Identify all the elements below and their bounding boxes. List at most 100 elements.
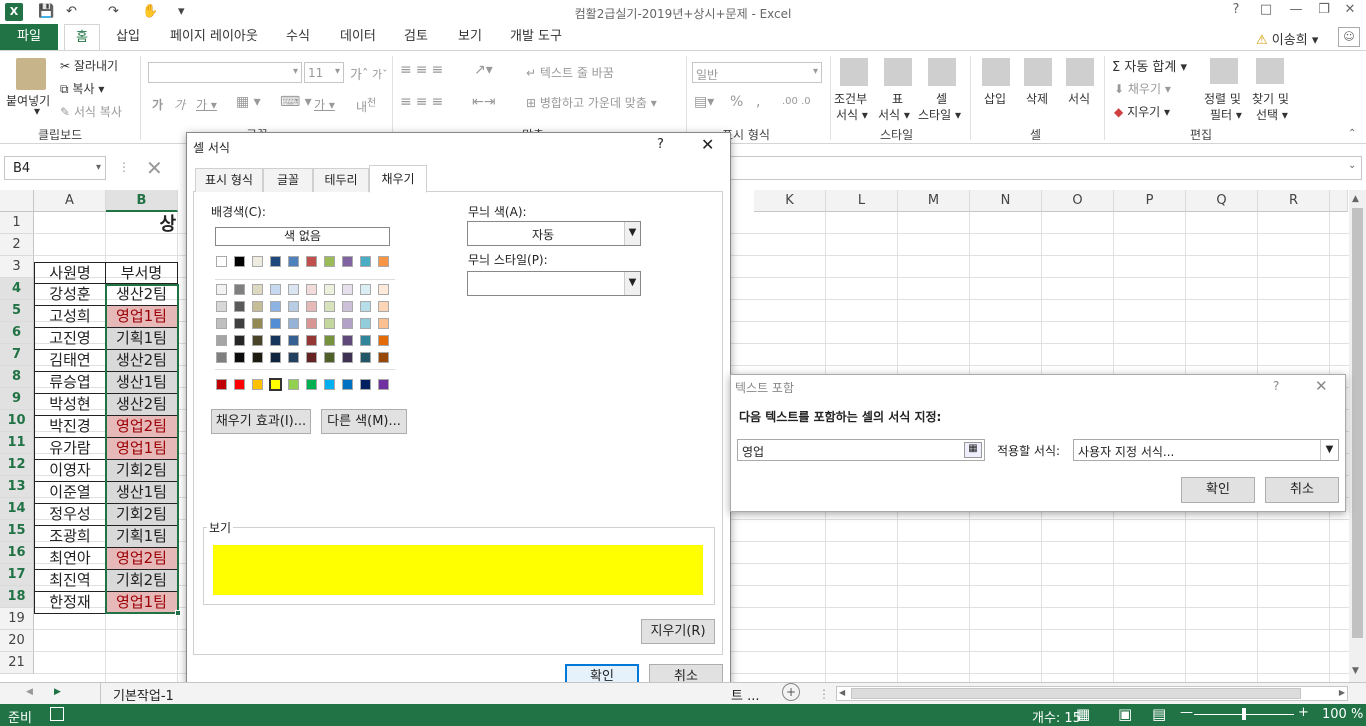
color-swatch[interactable]	[378, 301, 389, 312]
zoom-level[interactable]: 100 %	[1322, 707, 1363, 722]
macro-record-icon[interactable]	[50, 707, 64, 721]
dept-cell[interactable]: 기회2팀	[105, 460, 178, 482]
clear-button[interactable]: ◆ 지우기 ▾	[1114, 103, 1170, 120]
color-swatch[interactable]	[252, 301, 263, 312]
dept-cell[interactable]: 생산2팀	[105, 350, 178, 372]
comma-icon[interactable]: ,	[756, 94, 760, 110]
share-icon[interactable]: ☺	[1338, 27, 1360, 47]
ribbon-options-icon[interactable]: □	[1254, 2, 1278, 22]
row-header[interactable]: 21	[0, 652, 34, 674]
color-swatch[interactable]	[360, 335, 371, 346]
color-swatch[interactable]	[270, 284, 281, 295]
text-dialog-help-icon[interactable]: ?	[1273, 379, 1279, 393]
more-colors-button[interactable]: 다른 색(M)...	[321, 409, 407, 434]
sheet-tab-partial[interactable]: 트 ...	[731, 685, 760, 704]
decimal-icons[interactable]: .00 .0	[782, 96, 811, 107]
color-swatch[interactable]	[252, 379, 263, 390]
orientation-icon[interactable]: ↗▾	[474, 62, 493, 78]
text-dialog-cancel-button[interactable]: 취소	[1265, 477, 1339, 503]
name-cell[interactable]: 김태연	[34, 350, 106, 372]
color-swatch[interactable]	[288, 335, 299, 346]
color-swatch[interactable]	[234, 379, 245, 390]
color-swatch[interactable]	[270, 352, 281, 363]
color-swatch[interactable]	[288, 318, 299, 329]
customize-qat-icon[interactable]: ▾	[178, 4, 185, 19]
color-swatch[interactable]	[360, 379, 371, 390]
add-sheet-icon[interactable]: +	[782, 683, 800, 701]
color-swatch[interactable]	[360, 301, 371, 312]
row-header[interactable]: 12	[0, 454, 34, 476]
name-cell[interactable]: 이준열	[34, 482, 106, 504]
color-swatch[interactable]	[288, 301, 299, 312]
color-swatch[interactable]	[342, 256, 353, 267]
indent-icons[interactable]: ⇤⇥	[472, 94, 495, 110]
font-size-field[interactable]: 11 ▾	[304, 62, 344, 83]
prev-sheet-icon[interactable]: ◀	[26, 687, 33, 697]
row-header[interactable]: 16	[0, 542, 34, 564]
dept-cell[interactable]: 기획1팀	[105, 328, 178, 350]
color-swatch[interactable]	[216, 284, 227, 295]
text-contains-input[interactable]: 영업 ▦	[737, 439, 985, 461]
row-header[interactable]: 11	[0, 432, 34, 454]
color-swatch[interactable]	[342, 335, 353, 346]
collapse-ribbon-icon[interactable]: ⌃	[1348, 128, 1356, 139]
row-header[interactable]: 2	[0, 234, 34, 256]
percent-icon[interactable]: %	[730, 94, 743, 110]
zoom-out-icon[interactable]: —	[1180, 705, 1193, 720]
sheet-tab[interactable]: 기본작업-1	[100, 683, 186, 704]
scroll-down-icon[interactable]: ▼	[1352, 666, 1359, 676]
color-swatch[interactable]	[252, 318, 263, 329]
color-swatch[interactable]	[306, 335, 317, 346]
header-cell-dept[interactable]: 부서명	[105, 262, 178, 284]
tab-number[interactable]: 표시 형식	[195, 168, 263, 192]
scroll-up-icon[interactable]: ▲	[1352, 194, 1359, 204]
color-swatch[interactable]	[378, 256, 389, 267]
column-header-r[interactable]: R	[1258, 190, 1330, 212]
column-header-o[interactable]: O	[1042, 190, 1114, 212]
wrap-text-button[interactable]: ↵ 텍스트 줄 바꿈	[526, 64, 614, 81]
name-cell[interactable]: 최진역	[34, 570, 106, 592]
color-swatch[interactable]	[270, 335, 281, 346]
scroll-right-icon[interactable]: ▶	[1339, 688, 1345, 697]
cell-style-button[interactable]: 셀	[936, 90, 947, 107]
horizontal-align-icons[interactable]: ≡≡≡	[400, 94, 447, 110]
row-header[interactable]: 4	[0, 278, 34, 300]
color-swatch[interactable]	[252, 335, 263, 346]
row-header[interactable]: 15	[0, 520, 34, 542]
tab-review[interactable]: 검토	[396, 24, 436, 50]
tab-data[interactable]: 데이터	[332, 24, 384, 50]
border-icon[interactable]: ▦ ▾	[236, 94, 261, 110]
copy-button[interactable]: ⧉ 복사 ▾	[60, 80, 104, 97]
italic-icon[interactable]: 가	[174, 96, 185, 113]
color-swatch[interactable]	[342, 318, 353, 329]
color-swatch[interactable]	[234, 335, 245, 346]
color-swatch[interactable]	[360, 284, 371, 295]
name-box[interactable]: B4 ▾	[4, 156, 106, 180]
name-cell[interactable]: 이영자	[34, 460, 106, 482]
color-swatch[interactable]	[342, 301, 353, 312]
color-swatch-selected[interactable]	[269, 378, 282, 391]
color-swatch[interactable]	[360, 352, 371, 363]
color-swatch[interactable]	[234, 318, 245, 329]
color-swatch[interactable]	[324, 284, 335, 295]
color-swatch[interactable]	[360, 318, 371, 329]
tab-file[interactable]: 파일	[0, 24, 58, 50]
color-swatch[interactable]	[324, 318, 335, 329]
fill-color-icon[interactable]: ⌨ ▾	[280, 94, 312, 110]
format-cells-button[interactable]: 서식	[1068, 90, 1090, 107]
row-header[interactable]: 19	[0, 608, 34, 630]
cut-button[interactable]: ✂ 잘라내기	[60, 57, 118, 74]
color-swatch[interactable]	[270, 301, 281, 312]
text-dialog-close-icon[interactable]: ✕	[1315, 377, 1328, 395]
color-swatch[interactable]	[252, 284, 263, 295]
column-header-k[interactable]: K	[754, 190, 826, 212]
color-swatch[interactable]	[324, 379, 335, 390]
color-swatch[interactable]	[378, 318, 389, 329]
paste-button[interactable]: 붙여넣기	[6, 92, 50, 109]
dept-cell[interactable]: 영업1팀	[105, 306, 178, 328]
row-header[interactable]: 1	[0, 212, 34, 234]
table-format-button[interactable]: 표	[892, 90, 903, 107]
minimize-icon[interactable]: —	[1284, 2, 1308, 22]
currency-icon[interactable]: ▤▾	[694, 94, 714, 110]
font-color-icon[interactable]: 가 ▾	[314, 96, 335, 113]
